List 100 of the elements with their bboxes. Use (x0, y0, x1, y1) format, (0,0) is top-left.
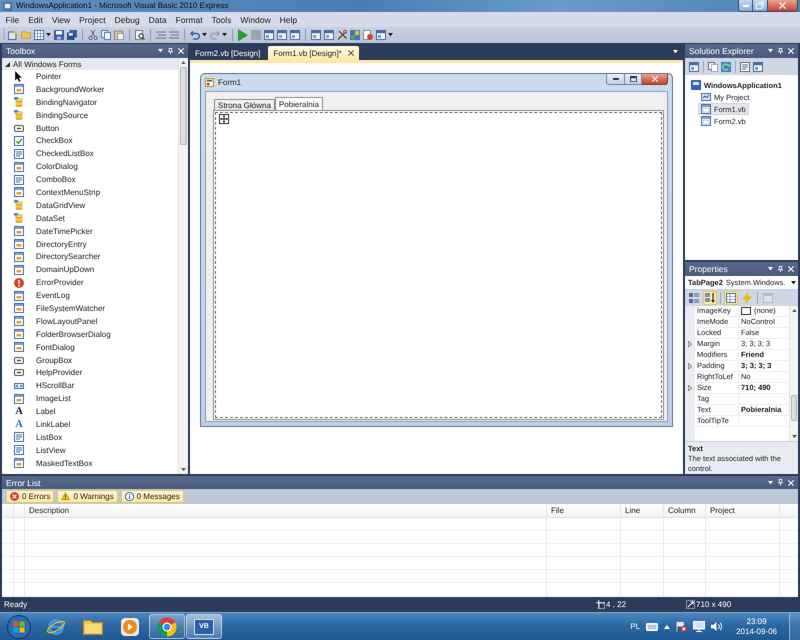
close-button[interactable] (768, 0, 798, 12)
undo-arrow-icon[interactable] (190, 30, 200, 40)
window-icon[interactable] (753, 62, 763, 72)
toolbox-item[interactable]: DataGridView (2, 198, 178, 212)
toolbox-item[interactable]: DirectoryEntry (2, 238, 178, 250)
document-tab[interactable]: Form1.vb [Design]* (268, 46, 359, 60)
keyboard-icon[interactable] (646, 622, 658, 630)
menu-item[interactable]: Window (236, 14, 276, 26)
pin-icon[interactable] (778, 266, 783, 272)
menu-item[interactable]: Data (144, 14, 172, 26)
expand-arrow-icon[interactable] (688, 362, 692, 370)
dropdown-icon[interactable] (768, 480, 773, 484)
toolbox-item[interactable]: HScrollBar (2, 379, 178, 392)
menu-item[interactable]: File (1, 14, 24, 26)
clipboard-icon[interactable] (114, 30, 124, 40)
language-indicator[interactable]: PL (630, 622, 640, 631)
toolbox-item[interactable]: DataSet (2, 212, 178, 225)
move-handle-icon[interactable] (219, 114, 229, 124)
toolbox-item[interactable]: CheckedListBox (2, 147, 178, 160)
toolbox-item[interactable]: ErrorProvider (2, 276, 178, 290)
scroll-thumb[interactable] (180, 67, 187, 146)
toolbox-item[interactable]: FileSystemWatcher (2, 302, 178, 315)
window-icon[interactable] (277, 30, 287, 40)
show-desktop-button[interactable] (789, 613, 800, 640)
toolbox-item[interactable]: Pointer (2, 70, 178, 83)
column-header[interactable]: Line (621, 504, 664, 517)
menu-item[interactable]: Edit (24, 14, 48, 26)
column-header[interactable]: Column (664, 504, 706, 517)
toolbox-item[interactable]: FontDialog (2, 340, 178, 354)
toolbox-item[interactable]: BackgroundWorker (2, 82, 178, 96)
speaker-icon[interactable] (711, 622, 722, 632)
column-header[interactable]: Description (25, 504, 547, 517)
toolbox-item[interactable]: BindingSource (2, 108, 178, 122)
toolbox-item[interactable]: ImageList (2, 392, 178, 406)
toolbox-item[interactable]: HelpProvider (2, 366, 178, 380)
text-page-icon[interactable] (740, 62, 750, 72)
caret-icon[interactable] (222, 33, 227, 37)
toolbox-item[interactable]: ComboBox (2, 173, 178, 186)
grid-icon[interactable] (34, 30, 44, 40)
pin-icon[interactable] (778, 48, 783, 54)
taskbar-button[interactable] (149, 614, 185, 639)
alphabetical-button[interactable] (703, 291, 717, 305)
menu-item[interactable]: Tools (207, 14, 236, 26)
categorized-button[interactable] (687, 291, 701, 305)
two-pages-icon[interactable] (101, 30, 111, 40)
document-icon[interactable] (363, 30, 373, 40)
dropdown-icon[interactable] (768, 267, 773, 271)
caret-icon[interactable] (202, 33, 207, 37)
toolbox-item[interactable]: BindingNavigator (2, 96, 178, 109)
tab[interactable]: Pobieralnia (274, 97, 323, 110)
scroll-down-icon[interactable] (792, 434, 796, 438)
column-header[interactable]: File (547, 504, 621, 517)
form-window[interactable]: Form1 Strona Główna Pobieralnia (200, 73, 673, 427)
page-magnifier-icon[interactable] (135, 30, 145, 40)
window-icon[interactable] (311, 30, 321, 40)
clock-date[interactable]: 2014-09-06 (736, 626, 777, 636)
caret-icon[interactable] (46, 33, 51, 37)
toolbox-item[interactable]: ListView (2, 444, 178, 457)
pin-icon[interactable] (778, 479, 783, 486)
toolbox-item[interactable]: FolderBrowserDialog (2, 328, 178, 341)
toolbox-item[interactable]: A Label (2, 405, 178, 418)
scroll-up-icon[interactable] (181, 61, 186, 64)
flag-icon[interactable] (676, 621, 688, 632)
document-tab[interactable]: Form2.vb [Design] (190, 46, 266, 60)
clock-time[interactable]: 23:09 (746, 616, 767, 626)
toolbox-item[interactable]: GroupBox (2, 354, 178, 366)
dropdown-icon[interactable] (158, 49, 163, 53)
column-header[interactable]: Project (706, 504, 780, 517)
dropdown-icon[interactable] (768, 49, 773, 53)
monitor-icon[interactable] (693, 621, 706, 632)
window-icon[interactable] (290, 30, 300, 40)
menu-item[interactable]: View (47, 14, 75, 26)
toolbox-item[interactable]: EventLog (2, 289, 178, 302)
filter-button[interactable]: 0 Warnings (57, 490, 118, 503)
pages-icon[interactable] (708, 62, 718, 72)
scroll-up-icon[interactable] (792, 309, 796, 312)
toolbox-item[interactable]: ListBox (2, 430, 178, 444)
minimize-button[interactable] (738, 0, 752, 12)
floppy-disks-icon[interactable] (67, 30, 77, 40)
toolbox-item[interactable]: Button (2, 122, 178, 134)
window-icon[interactable] (689, 62, 699, 72)
restore-button[interactable] (752, 0, 768, 12)
filter-button[interactable]: 0 Errors (6, 490, 54, 503)
tab[interactable]: Strona Główna (214, 99, 275, 110)
caret-icon[interactable] (664, 624, 670, 628)
crossed-tools-icon[interactable] (337, 30, 347, 40)
menu-item[interactable]: Help (275, 14, 302, 26)
scissors-icon[interactable] (88, 30, 98, 40)
refresh-icon[interactable] (721, 62, 731, 72)
category-header[interactable]: All Windows Forms (2, 58, 178, 70)
filter-button[interactable]: 0 Messages (120, 490, 184, 503)
scrollbar[interactable] (178, 58, 188, 474)
toolbox-item[interactable]: ContextMenuStrip (2, 186, 178, 199)
expand-arrow-icon[interactable] (688, 340, 692, 348)
caret-icon[interactable] (388, 33, 393, 37)
window-icon[interactable] (324, 30, 334, 40)
toolbox-item[interactable]: DirectorySearcher (2, 250, 178, 264)
toolbox-item[interactable]: MaskedTextBox (2, 456, 178, 470)
menu-item[interactable]: Debug (110, 14, 144, 26)
toolbox-item[interactable]: A LinkLabel (2, 418, 178, 431)
